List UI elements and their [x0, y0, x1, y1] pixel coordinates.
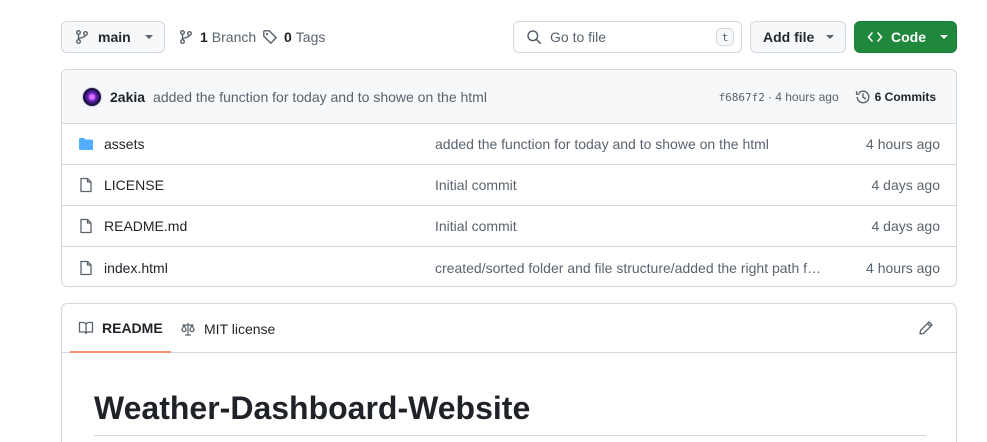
heading-divider: [94, 435, 926, 436]
file-name[interactable]: assets: [104, 136, 144, 152]
code-button-label: Code: [891, 29, 926, 45]
file-icon: [80, 218, 92, 234]
commit-meta: f6867f2 · 4 hours ago 6 Commits: [719, 70, 936, 124]
file-list: 2akia added the function for today and t…: [61, 69, 957, 287]
book-icon: [78, 321, 94, 334]
commit-message[interactable]: added the function for today and to show…: [153, 89, 487, 105]
file-commit-message[interactable]: Initial commit: [435, 218, 825, 234]
readme-panel: README MIT license Weather-Dashboard-Web…: [61, 303, 957, 442]
tags-count: 0: [284, 29, 292, 45]
file-name[interactable]: LICENSE: [104, 177, 164, 193]
file-row[interactable]: README.md Initial commit 4 days ago: [62, 206, 956, 247]
file-commit-time: 4 hours ago: [866, 259, 940, 276]
branch-selector-button[interactable]: main: [61, 21, 165, 53]
go-to-file-input[interactable]: Go to file t: [513, 21, 742, 53]
repo-toolbar: main 1 Branch 0 Tags Go to file t Add fi…: [61, 21, 957, 53]
branch-selector-label: main: [98, 29, 131, 45]
file-row[interactable]: LICENSE Initial commit 4 days ago: [62, 165, 956, 206]
add-file-label: Add file: [763, 29, 815, 45]
commit-time: · 4 hours ago: [767, 90, 839, 104]
go-to-file-placeholder: Go to file: [550, 29, 607, 45]
git-branch-icon: [180, 30, 192, 44]
about-sidebar-edge: [980, 0, 987, 442]
file-commit-time: 4 days ago: [871, 177, 941, 193]
readme-heading: Weather-Dashboard-Website: [94, 390, 531, 426]
avatar[interactable]: [82, 86, 102, 107]
file-commit-message[interactable]: created/sorted folder and file structure…: [435, 260, 825, 276]
commits-history-link[interactable]: 6 Commits: [855, 89, 936, 105]
chevron-down-icon: [144, 35, 153, 39]
tab-readme-label: README: [102, 319, 163, 336]
keyboard-shortcut-badge: t: [716, 28, 734, 46]
chevron-down-icon: [940, 35, 948, 39]
folder-icon: [79, 138, 93, 150]
commit-author[interactable]: 2akia: [110, 89, 145, 105]
code-icon: [867, 32, 883, 42]
file-commit-time: 4 hours ago: [866, 136, 940, 152]
file-name[interactable]: README.md: [104, 218, 187, 234]
file-icon: [80, 260, 92, 275]
tags-link[interactable]: 0 Tags: [262, 21, 325, 53]
tab-license[interactable]: MIT license: [180, 304, 275, 353]
code-button[interactable]: Code: [854, 21, 957, 53]
search-icon: [527, 30, 541, 44]
history-icon: [855, 90, 870, 104]
law-scale-icon: [181, 322, 195, 336]
latest-commit-bar: 2akia added the function for today and t…: [62, 70, 956, 124]
file-commit-time: 4 days ago: [871, 218, 941, 234]
tag-icon: [263, 30, 277, 44]
commit-sha[interactable]: f6867f2: [719, 91, 765, 104]
git-branch-icon: [76, 30, 88, 44]
tab-readme[interactable]: README: [70, 304, 171, 353]
branches-label: Branch: [211, 29, 257, 45]
file-row[interactable]: index.html created/sorted folder and fil…: [62, 247, 956, 286]
branches-count: 1: [200, 29, 208, 45]
tab-license-label: MIT license: [204, 320, 276, 337]
file-icon: [80, 177, 92, 193]
file-commit-message[interactable]: Initial commit: [435, 177, 825, 193]
branches-link[interactable]: 1 Branch: [178, 21, 256, 53]
file-commit-message[interactable]: added the function for today and to show…: [435, 136, 825, 152]
readme-tabs: README MIT license: [62, 304, 956, 353]
chevron-down-icon: [826, 35, 835, 39]
tags-label: Tags: [295, 29, 326, 45]
commits-count-label: 6 Commits: [874, 90, 936, 104]
file-row[interactable]: assets added the function for today and …: [62, 124, 956, 165]
add-file-button[interactable]: Add file: [750, 21, 846, 53]
file-name[interactable]: index.html: [104, 260, 168, 276]
edit-pencil-icon[interactable]: [918, 320, 934, 336]
